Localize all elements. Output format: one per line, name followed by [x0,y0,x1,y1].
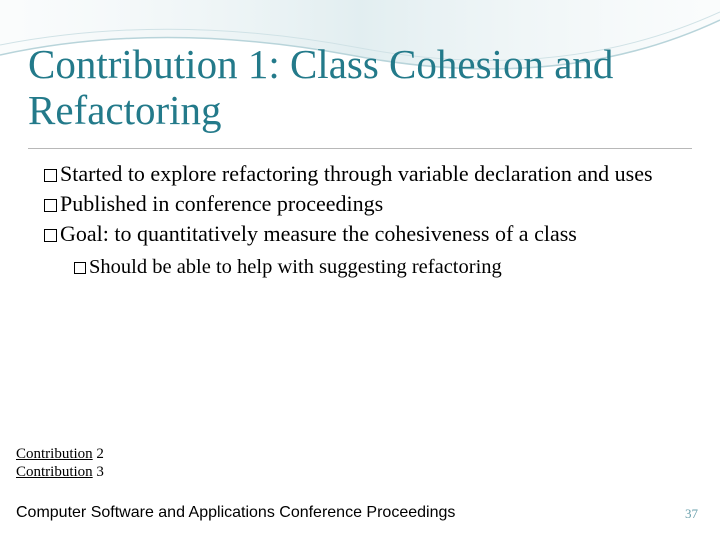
bullet-marker-icon [44,229,57,242]
bullet-marker-icon [74,262,86,274]
link-num: 3 [96,464,104,480]
footer-text: Computer Software and Applications Confe… [16,504,455,522]
slide: Contribution 1: Class Cohesion and Refac… [0,0,720,540]
bullet-marker-icon [44,169,57,182]
slide-title: Contribution 1: Class Cohesion and Refac… [28,42,692,134]
slide-body: Started to explore refactoring through v… [28,160,692,281]
sub-bullet-item: Should be able to help with suggesting r… [28,254,692,280]
contribution-2-link[interactable]: Contribution [16,446,93,462]
bullet-text: Published in conference proceedings [60,191,383,216]
bullet-item: Goal: to quantitatively measure the cohe… [28,220,692,248]
sub-bullet-text: Should be able to help with suggesting r… [89,256,502,278]
title-underline [28,148,692,149]
bullet-item: Published in conference proceedings [28,190,692,218]
bullet-marker-icon [44,199,57,212]
bullet-text: Goal: to quantitatively measure the cohe… [60,221,577,246]
link-num: 2 [96,446,104,462]
contribution-links: Contribution 2 Contribution 3 [16,445,104,483]
bullet-item: Started to explore refactoring through v… [28,160,692,188]
bullet-text: Started to explore refactoring through v… [60,161,653,186]
contribution-3-link[interactable]: Contribution [16,464,93,480]
link-row: Contribution 3 [16,463,104,482]
page-number: 37 [685,506,698,522]
link-row: Contribution 2 [16,445,104,464]
